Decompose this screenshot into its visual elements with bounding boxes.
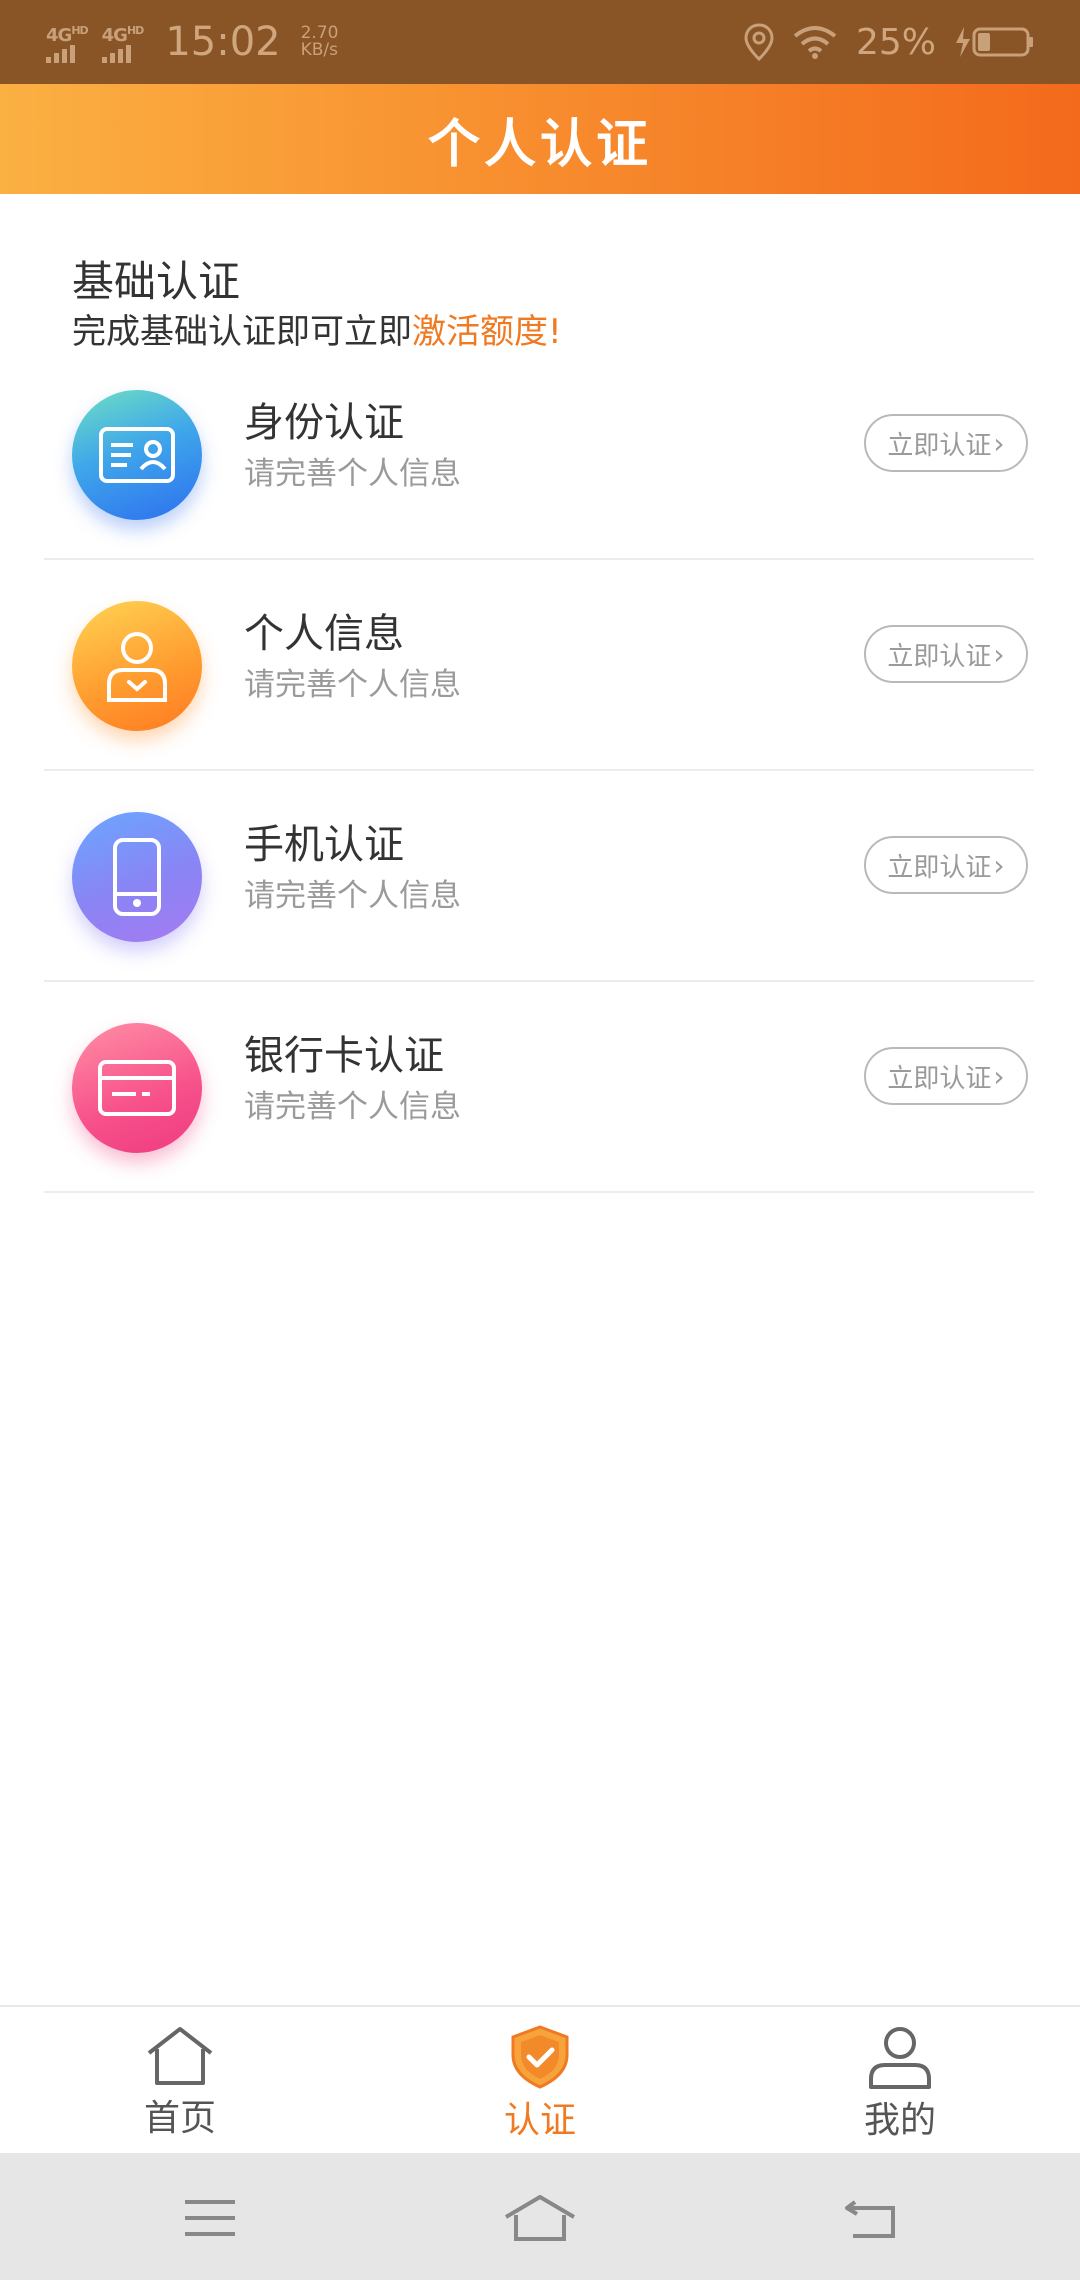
verify-button-label: 立即认证: [887, 1063, 992, 1094]
id-card-icon: [72, 390, 202, 520]
network-sup: HD: [126, 23, 144, 37]
status-right: 25%: [744, 22, 1034, 63]
system-nav-bar: [0, 2153, 1080, 2280]
item-subtitle: 请完善个人信息: [244, 878, 461, 914]
tab-verification[interactable]: 认证: [440, 2007, 640, 2155]
bottom-tab-bar: 首页 认证 我的: [0, 2005, 1080, 2153]
list-item-bank-card-verification[interactable]: 银行卡认证 请完善个人信息 立即认证 ›: [44, 983, 1034, 1193]
status-left: 4GHD 4GHD 15:02 2.70 KB/s: [46, 19, 338, 65]
menu-icon: [185, 2200, 235, 2236]
bank-card-icon: [72, 1023, 202, 1153]
subtitle-prefix: 完成基础认证即可立即: [72, 312, 412, 352]
chevron-right-icon: ›: [993, 1059, 1005, 1093]
list-item-personal-info[interactable]: 个人信息 请完善个人信息 立即认证 ›: [44, 561, 1034, 771]
network-label: 4G: [46, 24, 72, 46]
tab-home[interactable]: 首页: [80, 2007, 280, 2155]
user-icon: [869, 2027, 931, 2089]
verify-now-button[interactable]: 立即认证 ›: [864, 414, 1028, 472]
verify-now-button[interactable]: 立即认证 ›: [864, 836, 1028, 894]
item-title: 银行卡认证: [244, 1033, 444, 1079]
section-subtitle: 完成基础认证即可立即激活额度!: [72, 304, 562, 353]
item-title: 个人信息: [244, 611, 404, 657]
home-outline-icon: [504, 2195, 576, 2241]
tab-label: 我的: [863, 2100, 936, 2141]
network-sup: HD: [71, 23, 88, 37]
chevron-right-icon: ›: [993, 848, 1005, 882]
phone-icon: [72, 812, 202, 942]
signal-icon: [101, 44, 131, 63]
battery-percent: 25%: [855, 21, 936, 63]
list-item-phone-verification[interactable]: 手机认证 请完善个人信息 立即认证 ›: [44, 772, 1034, 982]
item-title: 手机认证: [244, 822, 404, 868]
person-icon: [72, 601, 202, 731]
item-subtitle: 请完善个人信息: [244, 456, 461, 492]
network-indicator-1: 4GHD: [46, 22, 89, 63]
verify-button-label: 立即认证: [887, 641, 992, 672]
section-title: 基础认证: [72, 257, 241, 306]
status-bar: 4GHD 4GHD 15:02 2.70 KB/s 25%: [0, 0, 1080, 84]
verify-now-button[interactable]: 立即认证 ›: [864, 1047, 1028, 1105]
clock: 15:02: [165, 19, 281, 65]
system-home-button[interactable]: [500, 2183, 580, 2253]
list-item-id-verification[interactable]: 身份认证 请完善个人信息 立即认证 ›: [44, 350, 1034, 560]
tab-label: 首页: [143, 2098, 216, 2139]
app-header: 个人认证: [0, 84, 1080, 194]
speed-unit: KB/s: [300, 40, 338, 60]
verify-button-label: 立即认证: [887, 430, 992, 461]
network-speed: 2.70 KB/s: [301, 25, 339, 59]
item-title: 身份认证: [244, 400, 404, 446]
verify-button-label: 立即认证: [887, 852, 992, 883]
chevron-right-icon: ›: [993, 426, 1005, 460]
battery-charging-icon: [956, 27, 1033, 57]
tab-label: 认证: [503, 2100, 576, 2141]
verify-now-button[interactable]: 立即认证 ›: [864, 625, 1028, 683]
network-indicator-2: 4GHD: [101, 22, 144, 63]
wifi-icon: [793, 26, 837, 59]
item-subtitle: 请完善个人信息: [244, 667, 461, 703]
item-subtitle: 请完善个人信息: [244, 1089, 461, 1125]
page: 4GHD 4GHD 15:02 2.70 KB/s 25% 个人认证 基础认证 …: [0, 0, 1080, 2280]
menu-button[interactable]: [170, 2183, 250, 2253]
page-title: 个人认证: [427, 114, 652, 175]
home-icon: [147, 2027, 213, 2085]
chevron-right-icon: ›: [993, 637, 1005, 671]
back-icon: [845, 2200, 895, 2238]
subtitle-highlight: 激活额度!: [412, 312, 562, 352]
tab-mine[interactable]: 我的: [800, 2007, 1000, 2155]
shield-check-icon: [511, 2025, 569, 2089]
signal-icon: [46, 44, 75, 63]
network-label: 4G: [101, 24, 128, 46]
back-button[interactable]: [830, 2183, 910, 2253]
location-icon: [744, 23, 774, 61]
